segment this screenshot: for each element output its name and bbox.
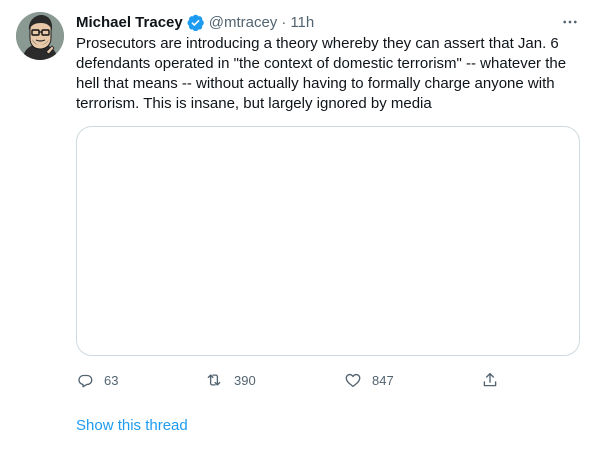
tweet-card[interactable]: Michael Tracey @mtracey · 11h Prosecutor… — [0, 0, 598, 449]
retweet-icon — [207, 374, 221, 386]
more-options-button[interactable] — [560, 12, 580, 32]
tweet-text-line: defendants operated in "the context of d… — [76, 55, 567, 72]
reply-button[interactable]: 63 — [76, 370, 118, 390]
share-icon — [483, 372, 497, 387]
like-button[interactable]: 847 — [344, 370, 394, 390]
retweet-button[interactable]: 390 — [204, 370, 256, 390]
tweet-text-line: terrorism. This is insane, but largely i… — [76, 95, 432, 112]
cartoon-portrait-avatar-icon — [16, 12, 64, 60]
tweet-text: Prosecutors are introducing a theory whe… — [76, 34, 580, 114]
media-attachment[interactable] — [76, 126, 580, 356]
author-handle[interactable]: @mtracey — [209, 14, 278, 31]
retweet-count: 390 — [234, 372, 256, 388]
reply-count: 63 — [104, 372, 119, 388]
tweet-header: Michael Tracey @mtracey · 11h — [76, 12, 314, 32]
tweet-timestamp[interactable]: 11h — [290, 14, 314, 31]
like-count: 847 — [372, 372, 394, 388]
share-button[interactable] — [481, 370, 499, 390]
reply-icon — [78, 374, 93, 388]
verified-badge-icon — [186, 13, 205, 32]
tweet-text-line: hell that means -- without actually havi… — [76, 75, 555, 92]
avatar[interactable] — [16, 12, 64, 60]
show-thread-link[interactable]: Show this thread — [76, 417, 188, 434]
separator-dot: · — [281, 13, 287, 31]
heart-icon — [345, 373, 361, 388]
more-horizontal-icon — [563, 20, 577, 24]
tweet-text-line: Prosecutors are introducing a theory whe… — [76, 35, 559, 52]
action-bar: 63 390 847 — [76, 370, 506, 390]
author-name[interactable]: Michael Tracey — [76, 14, 183, 31]
